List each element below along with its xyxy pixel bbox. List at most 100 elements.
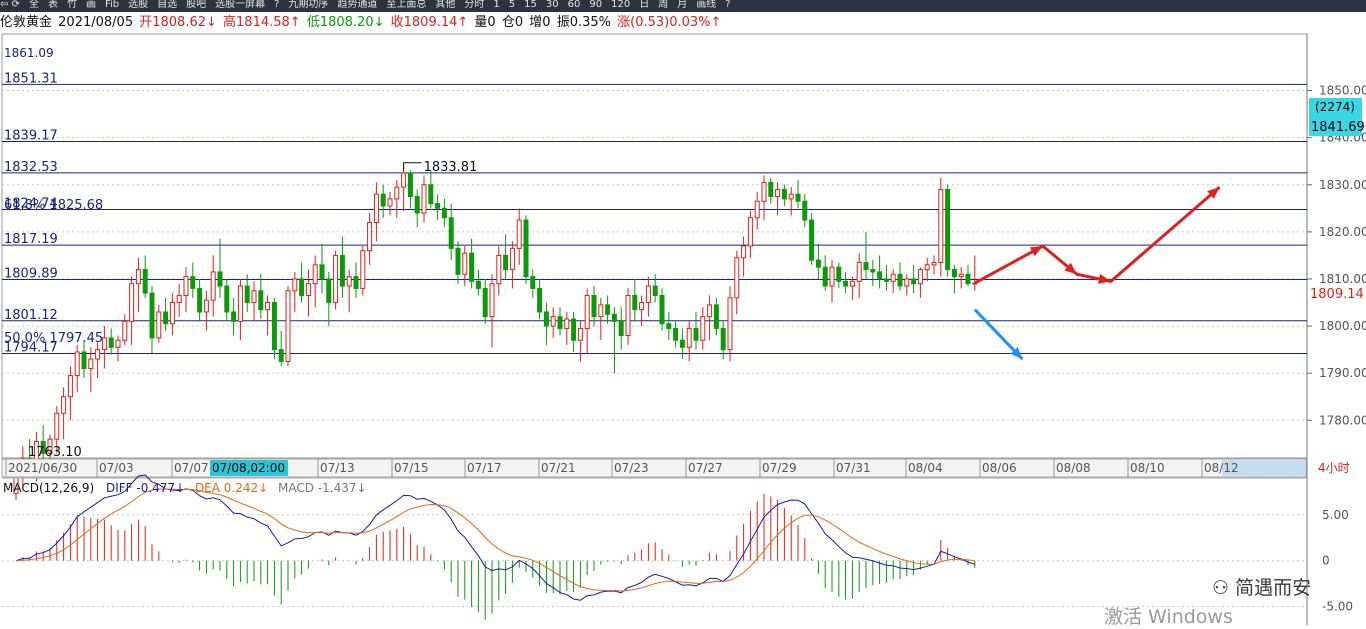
y-tick-label: 1830.00 bbox=[1319, 178, 1366, 192]
macd-dea-line bbox=[15, 488, 975, 592]
count-label: (2274) bbox=[1315, 100, 1355, 114]
candle-body bbox=[224, 285, 230, 313]
x-tick-label: 08/06 bbox=[982, 461, 1017, 475]
candle-body bbox=[693, 327, 699, 341]
candle-body bbox=[360, 250, 366, 289]
high-marker bbox=[403, 162, 422, 171]
period-label: 4小时 bbox=[1318, 461, 1350, 475]
brand-watermark: ⚇ 简遇而安 bbox=[1212, 573, 1311, 600]
candle-body bbox=[108, 337, 114, 348]
candle-body bbox=[88, 358, 94, 369]
x-tick-label: 07/15 bbox=[394, 461, 429, 475]
candle-body bbox=[61, 396, 67, 414]
x-tick-label: 07/31 bbox=[836, 461, 871, 475]
candle-body bbox=[809, 219, 815, 261]
candle-body bbox=[598, 304, 604, 318]
candle-body bbox=[618, 320, 624, 337]
candle-body bbox=[652, 285, 658, 296]
candle-body bbox=[135, 269, 141, 285]
candle-body bbox=[305, 283, 311, 296]
candle-body bbox=[74, 351, 80, 377]
candle-body bbox=[523, 219, 529, 278]
candle-body bbox=[897, 273, 903, 287]
candle-body bbox=[931, 261, 937, 266]
x-tick-label: 07/03 bbox=[99, 461, 134, 475]
candle-body bbox=[707, 304, 713, 318]
candle-body bbox=[557, 316, 563, 329]
candle-body bbox=[95, 349, 101, 360]
projection-up-arrow bbox=[974, 185, 1221, 285]
candle-body bbox=[877, 271, 883, 280]
candle-body bbox=[516, 219, 522, 249]
candle-body bbox=[435, 203, 441, 209]
candle-body bbox=[509, 247, 515, 271]
candle-body bbox=[775, 188, 781, 198]
macd-diff-label: DIFF -0.477↓ bbox=[105, 481, 186, 495]
candle-body bbox=[713, 304, 719, 329]
candle-body bbox=[380, 193, 386, 207]
candle-body bbox=[278, 349, 284, 362]
candle-body bbox=[666, 323, 672, 329]
y-tick-label: 1810.00 bbox=[1319, 272, 1366, 286]
candle-body bbox=[387, 198, 393, 207]
candle-body bbox=[741, 245, 747, 259]
candle-body bbox=[611, 313, 617, 322]
macd-legend: MACD(12,26,9) DIFF -0.477↓ DEA 0.242↓ MA… bbox=[3, 480, 367, 496]
candle-body bbox=[577, 327, 583, 341]
macd-title: MACD(12,26,9) bbox=[3, 481, 95, 495]
last-price-label: 1841.69 bbox=[1311, 120, 1365, 135]
brand-text: 简遇而安 bbox=[1235, 577, 1312, 599]
candle-body bbox=[190, 276, 196, 289]
candle-body bbox=[183, 276, 189, 296]
candle-body bbox=[292, 278, 298, 292]
x-tick-label: 08/08 bbox=[1056, 461, 1091, 475]
high-annotation: 1833.81 bbox=[424, 160, 478, 175]
candle-body bbox=[373, 193, 379, 223]
candle-body bbox=[571, 318, 577, 341]
candle-body bbox=[951, 269, 957, 278]
candle-body bbox=[401, 172, 407, 188]
candle-body bbox=[591, 294, 597, 318]
fib-label: 50.0% 1797.45 bbox=[4, 331, 103, 346]
candle-body bbox=[700, 316, 706, 341]
x-tick-label: 07/29 bbox=[762, 461, 797, 475]
fib-label: 61.8% 1825.68 bbox=[4, 198, 103, 213]
candle-body bbox=[938, 188, 944, 263]
candle-body bbox=[217, 271, 223, 287]
level-label: 1817.19 bbox=[4, 232, 58, 247]
candle-body bbox=[849, 280, 855, 287]
candle-body bbox=[251, 290, 257, 304]
candle-body bbox=[822, 266, 828, 287]
x-tick-label: 07/21 bbox=[541, 461, 576, 475]
x-tick-label: 07/27 bbox=[688, 461, 723, 475]
candle-body bbox=[659, 294, 665, 325]
x-tick-label: 08/10 bbox=[1130, 461, 1165, 475]
candle-body bbox=[210, 271, 216, 301]
x-highlight-label: 07/08,02:00 bbox=[212, 461, 285, 475]
candle-body bbox=[584, 294, 590, 329]
candle-body bbox=[768, 181, 774, 198]
candle-body bbox=[299, 278, 305, 296]
weibo-icon: ⚇ bbox=[1212, 577, 1230, 599]
macd-tick-label: 0 bbox=[1322, 554, 1330, 568]
candle-body bbox=[645, 285, 651, 304]
x-tick-label: 08/12 bbox=[1204, 461, 1239, 475]
candle-body bbox=[244, 285, 250, 304]
candle-body bbox=[197, 287, 203, 313]
candle-body bbox=[319, 264, 325, 280]
candlestick-chart[interactable]: 1780.00 1790.00 1800.00 1810.00 1820.00 1830.… bbox=[0, 0, 1366, 625]
candle-body bbox=[537, 287, 543, 313]
candle-body bbox=[258, 290, 264, 311]
candle-body bbox=[890, 273, 896, 282]
candle-body bbox=[346, 276, 352, 287]
candle-body bbox=[129, 283, 135, 322]
candle-body bbox=[829, 266, 835, 287]
level-label: 1832.53 bbox=[4, 160, 58, 175]
candle-body bbox=[176, 294, 182, 304]
candle-body bbox=[836, 266, 842, 282]
candle-body bbox=[81, 351, 87, 369]
candle-body bbox=[394, 186, 400, 200]
candle-body bbox=[754, 200, 760, 219]
y-tick-label: 1800.00 bbox=[1319, 319, 1366, 333]
candle-body bbox=[863, 261, 869, 271]
